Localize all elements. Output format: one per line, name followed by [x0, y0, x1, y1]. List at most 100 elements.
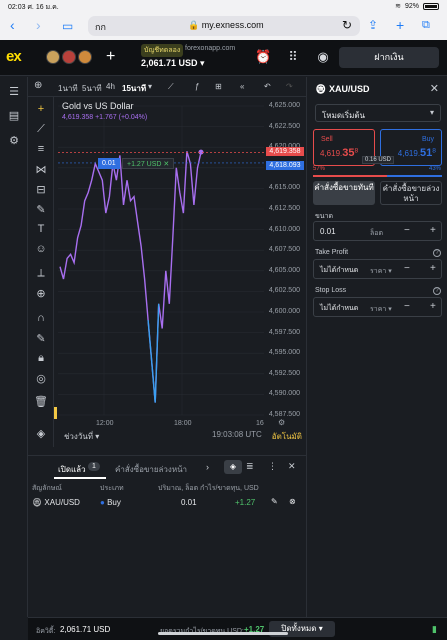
- help-icon[interactable]: ?: [433, 287, 441, 295]
- ruler-icon[interactable]: ⟂: [34, 267, 48, 281]
- instrument-tab-icon[interactable]: [46, 50, 60, 64]
- channel-icon[interactable]: ⊟: [34, 183, 48, 197]
- lock-drawing-icon[interactable]: ✎: [34, 332, 48, 346]
- undo-icon[interactable]: ↶: [264, 82, 271, 91]
- back-icon[interactable]: ‹: [10, 17, 15, 33]
- instrument-tab-icon[interactable]: [62, 50, 76, 64]
- crosshair-icon[interactable]: +: [34, 103, 48, 117]
- rewind-icon[interactable]: «: [240, 82, 244, 91]
- emoji-icon[interactable]: ☺: [34, 243, 48, 257]
- tp-unit[interactable]: ราคา ▾: [370, 266, 392, 277]
- y-tick: 4,610.000: [268, 225, 300, 233]
- tab-open-positions[interactable]: เปิดแล้ว: [58, 463, 86, 476]
- chevron-down-icon[interactable]: ▾: [148, 82, 152, 91]
- price-chart[interactable]: Gold vs US Dollar 4,619.358 +1.767 (+0.0…: [54, 97, 306, 445]
- text-icon[interactable]: T: [34, 223, 48, 237]
- apps-grid-icon[interactable]: ⠿: [285, 49, 301, 65]
- timeframe-1m[interactable]: 1นาที: [58, 82, 78, 95]
- pending-order-tab[interactable]: คำสั่งซื้อขายล่วงหน้า: [380, 181, 442, 205]
- price-axis[interactable]: 4,625.0004,622.5004,620.0004,617.5004,61…: [266, 97, 306, 418]
- signal-icon: ▮: [432, 624, 437, 634]
- instrument-tab-icon[interactable]: [78, 50, 92, 64]
- close-icon[interactable]: ✕: [430, 82, 439, 95]
- list-view-icon[interactable]: ≣: [246, 461, 254, 472]
- new-tab-icon[interactable]: +: [396, 17, 404, 33]
- timeframe-5m[interactable]: 5นาที: [82, 82, 102, 95]
- fib-icon[interactable]: ≡: [34, 143, 48, 157]
- position-line-label[interactable]: 0.01 +1.27 USD ✕: [98, 157, 178, 169]
- sl-unit[interactable]: ราคา ▾: [370, 304, 392, 315]
- y-tick: 4,595.000: [268, 349, 300, 357]
- order-mode-select[interactable]: โหมดเริ่มต้น ▾: [315, 104, 441, 122]
- share-icon[interactable]: ⇪: [368, 18, 378, 32]
- line-chart-icon[interactable]: ⟋: [168, 82, 174, 92]
- equity-label: อิควิตี้:: [36, 628, 56, 635]
- plus-icon[interactable]: +: [430, 263, 436, 274]
- volume-value[interactable]: 0.01: [320, 227, 336, 236]
- battery-icon: [423, 2, 439, 10]
- brush-icon[interactable]: ✎: [34, 203, 48, 217]
- trash-icon[interactable]: 🗑︎: [34, 395, 48, 409]
- tabs-icon[interactable]: ⧉: [422, 19, 430, 32]
- y-tick: 4,625.000: [268, 102, 300, 109]
- eye-icon[interactable]: ◎: [34, 372, 48, 386]
- close-panel-icon[interactable]: ✕: [288, 461, 296, 472]
- book-icon[interactable]: ▭: [62, 19, 73, 33]
- zoom-in-icon[interactable]: ⊕: [34, 287, 48, 301]
- indicator-icon[interactable]: ƒ: [195, 82, 199, 91]
- status-bar: 02:03 ศ. 16 ม.ค. ≋ 92%: [0, 0, 447, 12]
- layout-icon[interactable]: ⊞: [215, 82, 222, 91]
- take-profit-field[interactable]: ไม่ได้กำหนด ราคา ▾ − +: [313, 259, 442, 279]
- add-indicator-icon[interactable]: ⊕: [34, 80, 42, 91]
- trendline-icon[interactable]: ⟋: [34, 123, 48, 137]
- profile-icon[interactable]: ◉: [315, 49, 331, 65]
- market-order-tab[interactable]: คำสั่งซื้อขายทันที: [313, 181, 375, 205]
- more-icon[interactable]: ⋮: [268, 461, 277, 472]
- scroll-handle[interactable]: [54, 407, 57, 419]
- settings-icon[interactable]: ⚙: [7, 134, 21, 148]
- plus-icon[interactable]: +: [430, 301, 436, 312]
- timeframe-4h[interactable]: 4h: [106, 82, 115, 91]
- forward-icon[interactable]: ›: [36, 17, 41, 33]
- reload-icon[interactable]: ↻: [342, 18, 352, 32]
- timeframe-15m[interactable]: 15นาที: [122, 82, 146, 95]
- chart-settings-icon[interactable]: ⚙: [278, 418, 285, 427]
- minus-icon[interactable]: −: [404, 225, 410, 236]
- minus-icon[interactable]: −: [404, 301, 410, 312]
- sentiment-bar: [313, 175, 442, 177]
- auto-scale-button[interactable]: อัตโนมัติ: [272, 430, 302, 443]
- account-balance[interactable]: 2,061.71 USD ▾: [141, 58, 205, 69]
- menu-icon[interactable]: ☰: [7, 85, 21, 99]
- reader-aa[interactable]: กก: [95, 20, 106, 34]
- deposit-button[interactable]: ฝากเงิน: [339, 47, 439, 68]
- close-position-icon[interactable]: ⊗: [289, 497, 296, 506]
- redo-icon[interactable]: ↷: [286, 82, 293, 91]
- lock-icon[interactable]: 🔒︎: [34, 352, 48, 366]
- plus-icon[interactable]: +: [430, 225, 436, 236]
- exness-logo[interactable]: ex: [6, 48, 22, 65]
- y-tick: 4,600.000: [268, 308, 300, 315]
- table-row[interactable]: 🪙︎ XAU/USD ● Buy 0.01 +1.27 ✎ ⊗: [28, 492, 306, 514]
- group-view-icon[interactable]: ◈: [224, 460, 242, 474]
- status-right: ≋ 92%: [395, 2, 439, 10]
- address-bar[interactable]: กก 🔒 my.exness.com ↻: [88, 16, 360, 36]
- layers-icon[interactable]: ◈: [34, 427, 48, 441]
- minus-icon[interactable]: −: [404, 263, 410, 274]
- chevron-right-icon[interactable]: ›: [206, 462, 209, 472]
- tp-value[interactable]: ไม่ได้กำหนด: [320, 265, 358, 276]
- chart-title: Gold vs US Dollar: [62, 101, 134, 111]
- row-type: ● Buy: [100, 498, 121, 507]
- y-tick: 4,622.500: [268, 122, 300, 130]
- sl-value[interactable]: ไม่ได้กำหนด: [320, 303, 358, 314]
- date-range-button[interactable]: ช่วงวันที่ ▾: [64, 430, 99, 443]
- volume-field[interactable]: 0.01 ล็อต − +: [313, 221, 442, 241]
- calendar-icon[interactable]: ▤: [7, 109, 21, 123]
- add-instrument-icon[interactable]: +: [106, 48, 115, 66]
- stop-loss-field[interactable]: ไม่ได้กำหนด ราคา ▾ − +: [313, 297, 442, 317]
- tab-pending-orders[interactable]: คำสั่งซื้อขายล่วงหน้า: [115, 463, 187, 476]
- magnet-icon[interactable]: ∩: [34, 312, 48, 326]
- edit-icon[interactable]: ✎: [271, 497, 278, 506]
- pattern-icon[interactable]: ⋈: [34, 163, 48, 177]
- help-icon[interactable]: ?: [433, 249, 441, 257]
- alarm-clock-icon[interactable]: ⏰: [255, 49, 271, 65]
